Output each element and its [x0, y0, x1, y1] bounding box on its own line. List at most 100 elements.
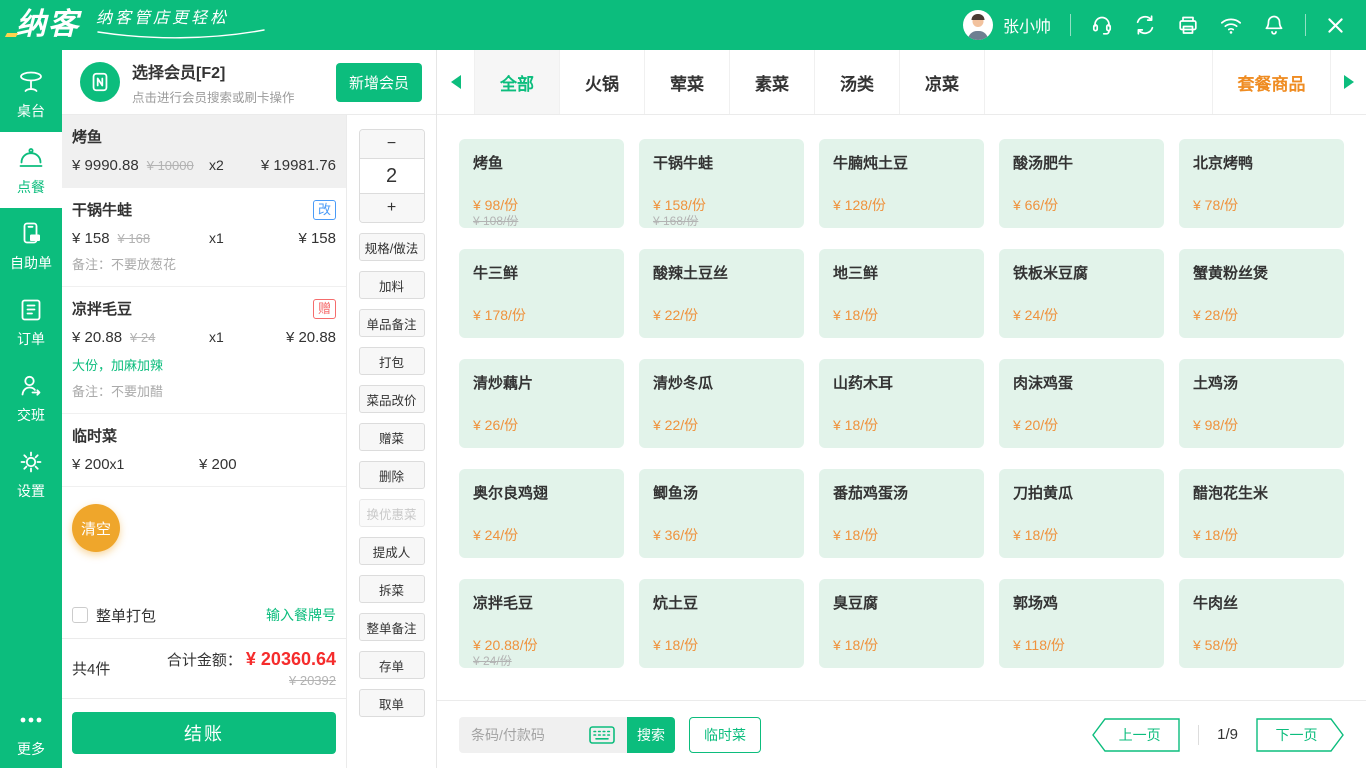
checkout-button[interactable]: 结账 [72, 712, 336, 754]
member-bar[interactable]: 选择会员[F2] 点击进行会员搜索或刷卡操作 新增会员 [62, 50, 436, 115]
enter-table-number-link[interactable]: 输入餐牌号 [266, 605, 336, 625]
combo-products-tab[interactable]: 套餐商品 [1212, 50, 1330, 114]
product-card[interactable]: 郭场鸡 ¥ 118/份 [999, 579, 1164, 668]
sidebar-item-more[interactable]: 更多 [0, 696, 62, 768]
product-name: 番茄鸡蛋汤 [819, 469, 984, 503]
tabs-scroll-left-button[interactable] [437, 50, 475, 114]
order-item[interactable]: 临时菜 ¥ 200 x1 ¥ 200 [62, 414, 346, 487]
temp-dish-button[interactable]: 临时菜 [689, 717, 761, 753]
printer-icon[interactable] [1176, 13, 1200, 37]
pack-whole-order-label: 整单打包 [96, 605, 156, 626]
sidebar-item-tables[interactable]: 桌台 [0, 56, 62, 132]
wifi-icon[interactable] [1219, 13, 1243, 37]
keyboard-icon[interactable] [589, 726, 615, 744]
action-button[interactable]: 规格/做法 [359, 233, 425, 261]
quantity-minus-button[interactable]: − [360, 130, 424, 158]
checkout-area: 结账 [62, 698, 346, 768]
product-card[interactable]: 牛肉丝 ¥ 58/份 [1179, 579, 1344, 668]
item-badge[interactable]: 赠 [313, 299, 336, 319]
support-icon[interactable] [1090, 13, 1114, 37]
order-item[interactable]: 烤鱼 ¥ 9990.88 ¥ 10000 x2 ¥ 19981.76 [62, 115, 346, 188]
product-card[interactable]: 蟹黄粉丝煲 ¥ 28/份 [1179, 249, 1344, 338]
product-card[interactable]: 铁板米豆腐 ¥ 24/份 [999, 249, 1164, 338]
product-price: ¥ 18/份 [833, 415, 878, 435]
category-tab[interactable]: 凉菜 [900, 50, 985, 114]
next-page-button[interactable]: 下一页 [1256, 718, 1344, 752]
action-button[interactable]: 取单 [359, 689, 425, 717]
menu-footer: 搜索 临时菜 上一页 1/9 下一页 [437, 700, 1366, 768]
product-card[interactable]: 干锅牛蛙 ¥ 158/份 ¥ 168/份 [639, 139, 804, 228]
bell-icon[interactable] [1262, 13, 1286, 37]
product-card[interactable]: 山药木耳 ¥ 18/份 [819, 359, 984, 448]
action-button[interactable]: 提成人 [359, 537, 425, 565]
product-card[interactable]: 奥尔良鸡翅 ¥ 24/份 [459, 469, 624, 558]
action-button[interactable]: 单品备注 [359, 309, 425, 337]
item-remark: 备注：不要加醋 [72, 381, 336, 400]
tabs-scroll-right-button[interactable] [1330, 50, 1366, 114]
product-card[interactable]: 北京烤鸭 ¥ 78/份 [1179, 139, 1344, 228]
product-card[interactable]: 醋泡花生米 ¥ 18/份 [1179, 469, 1344, 558]
pos-app: 纳客 纳客管店更轻松 张小帅 [0, 0, 1366, 768]
item-count: 共4件 [72, 658, 110, 679]
category-tab[interactable]: 火锅 [560, 50, 645, 114]
product-card[interactable]: 番茄鸡蛋汤 ¥ 18/份 [819, 469, 984, 558]
product-card[interactable]: 牛腩炖土豆 ¥ 128/份 [819, 139, 984, 228]
category-tab[interactable]: 素菜 [730, 50, 815, 114]
action-button[interactable]: 删除 [359, 461, 425, 489]
pack-whole-order-checkbox[interactable] [72, 607, 88, 623]
product-card[interactable]: 烤鱼 ¥ 98/份 ¥ 108/份 [459, 139, 624, 228]
order-item[interactable]: 干锅牛蛙 改 ¥ 158 ¥ 168 x1 ¥ 158 [62, 188, 346, 287]
quantity-plus-button[interactable]: + [360, 194, 424, 222]
action-button[interactable]: 换优惠菜 [359, 499, 425, 527]
product-card[interactable]: 凉拌毛豆 ¥ 20.88/份 ¥ 24/份 [459, 579, 624, 668]
sidebar-item-label: 设置 [17, 481, 45, 501]
action-button[interactable]: 存单 [359, 651, 425, 679]
action-button[interactable]: 打包 [359, 347, 425, 375]
product-card[interactable]: 地三鲜 ¥ 18/份 [819, 249, 984, 338]
action-button[interactable]: 赠菜 [359, 423, 425, 451]
product-card[interactable]: 臭豆腐 ¥ 18/份 [819, 579, 984, 668]
sidebar-item-self-service[interactable]: 自助单 [0, 208, 62, 284]
sidebar-item-shift[interactable]: 交班 [0, 360, 62, 436]
product-card[interactable]: 肉沫鸡蛋 ¥ 20/份 [999, 359, 1164, 448]
product-card[interactable]: 酸汤肥牛 ¥ 66/份 [999, 139, 1164, 228]
product-price: ¥ 28/份 [1193, 305, 1238, 325]
member-card-icon [80, 62, 120, 102]
order-item[interactable]: 凉拌毛豆 赠 ¥ 20.88 ¥ 24 x1 ¥ 20.88 大份，加麻加辣 [62, 287, 346, 414]
product-card[interactable]: 刀拍黄瓜 ¥ 18/份 [999, 469, 1164, 558]
chevron-right-icon [1344, 75, 1354, 89]
barcode-input[interactable] [471, 727, 589, 743]
prev-page-button[interactable]: 上一页 [1092, 718, 1180, 752]
action-button[interactable]: 整单备注 [359, 613, 425, 641]
product-card[interactable]: 土鸡汤 ¥ 98/份 [1179, 359, 1344, 448]
product-card[interactable]: 鲫鱼汤 ¥ 36/份 [639, 469, 804, 558]
action-button[interactable]: 拆菜 [359, 575, 425, 603]
category-tab[interactable]: 全部 [475, 50, 560, 114]
sync-icon[interactable] [1133, 13, 1157, 37]
item-badge[interactable]: 改 [313, 200, 336, 220]
action-button[interactable]: 菜品改价 [359, 385, 425, 413]
category-tab[interactable]: 汤类 [815, 50, 900, 114]
sidebar-item-settings[interactable]: 设置 [0, 436, 62, 512]
add-member-button[interactable]: 新增会员 [336, 63, 422, 102]
slogan-underline [96, 29, 266, 39]
product-name: 牛腩炖土豆 [819, 139, 984, 173]
search-button[interactable]: 搜索 [627, 717, 675, 753]
quantity-value: 2 [360, 158, 424, 194]
quantity-stepper: − 2 + [359, 129, 425, 223]
clear-order-button[interactable]: 清空 [72, 504, 120, 552]
sidebar-item-orders[interactable]: 订单 [0, 284, 62, 360]
action-button[interactable]: 加料 [359, 271, 425, 299]
category-tab[interactable]: 荤菜 [645, 50, 730, 114]
product-card[interactable]: 清炒藕片 ¥ 26/份 [459, 359, 624, 448]
product-card[interactable]: 炕土豆 ¥ 18/份 [639, 579, 804, 668]
avatar[interactable] [963, 10, 993, 40]
item-price: ¥ 200 [72, 456, 110, 473]
product-card[interactable]: 清炒冬瓜 ¥ 22/份 [639, 359, 804, 448]
product-card[interactable]: 酸辣土豆丝 ¥ 22/份 [639, 249, 804, 338]
order-column: 清空 烤鱼 ¥ 9990.88 ¥ 10000 x2 ¥ [62, 115, 347, 768]
sidebar-item-order-dishes[interactable]: 点餐 [0, 132, 62, 208]
close-icon[interactable] [1325, 15, 1346, 36]
avatar-body [968, 31, 988, 40]
product-card[interactable]: 牛三鲜 ¥ 178/份 [459, 249, 624, 338]
